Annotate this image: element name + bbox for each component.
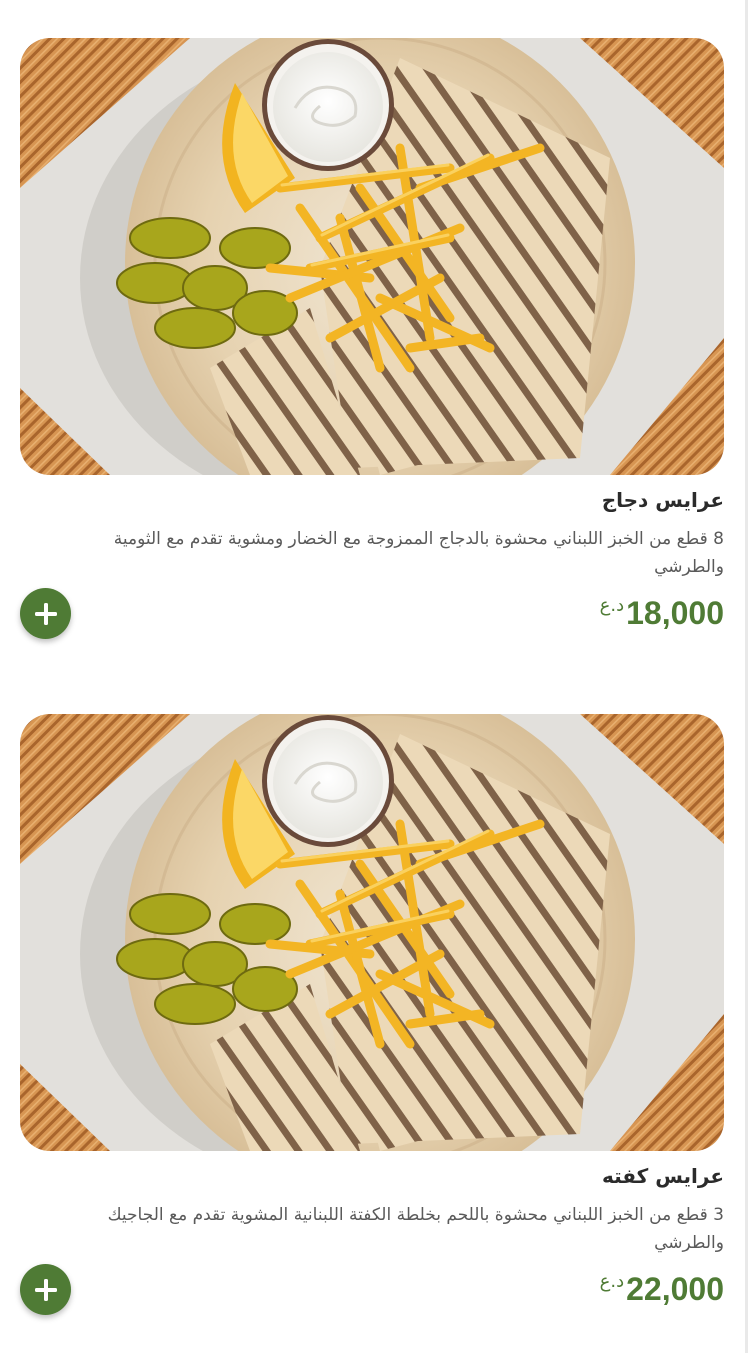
item-price: د.ع 18,000 — [600, 593, 724, 633]
currency-label: د.ع — [599, 595, 625, 616]
item-description: 3 قطع من الخبز اللبناني محشوة باللحم بخل… — [107, 1205, 724, 1253]
currency-label: د.ع — [599, 1271, 625, 1292]
menu-item-card[interactable]: عرايس كفته 3 قطع من الخبز اللبناني محشوة… — [20, 714, 724, 1315]
add-to-cart-button[interactable] — [20, 588, 71, 639]
plus-icon — [34, 602, 57, 625]
item-title: عرايس كفته — [601, 1164, 724, 1188]
item-price: د.ع 22,000 — [600, 1269, 724, 1309]
menu-item-card[interactable]: عرايس دجاج 8 قطع من الخبز اللبناني محشوة… — [20, 38, 724, 639]
item-description: 8 قطع من الخبز اللبناني محشوة بالدجاج ال… — [113, 529, 724, 577]
plus-icon — [34, 1278, 57, 1301]
item-title: عرايس دجاج — [601, 488, 724, 512]
food-photo[interactable] — [20, 714, 724, 1151]
price-value: 18,000 — [626, 595, 724, 631]
food-photo[interactable] — [20, 38, 724, 475]
price-value: 22,000 — [626, 1271, 724, 1307]
add-to-cart-button[interactable] — [20, 1264, 71, 1315]
